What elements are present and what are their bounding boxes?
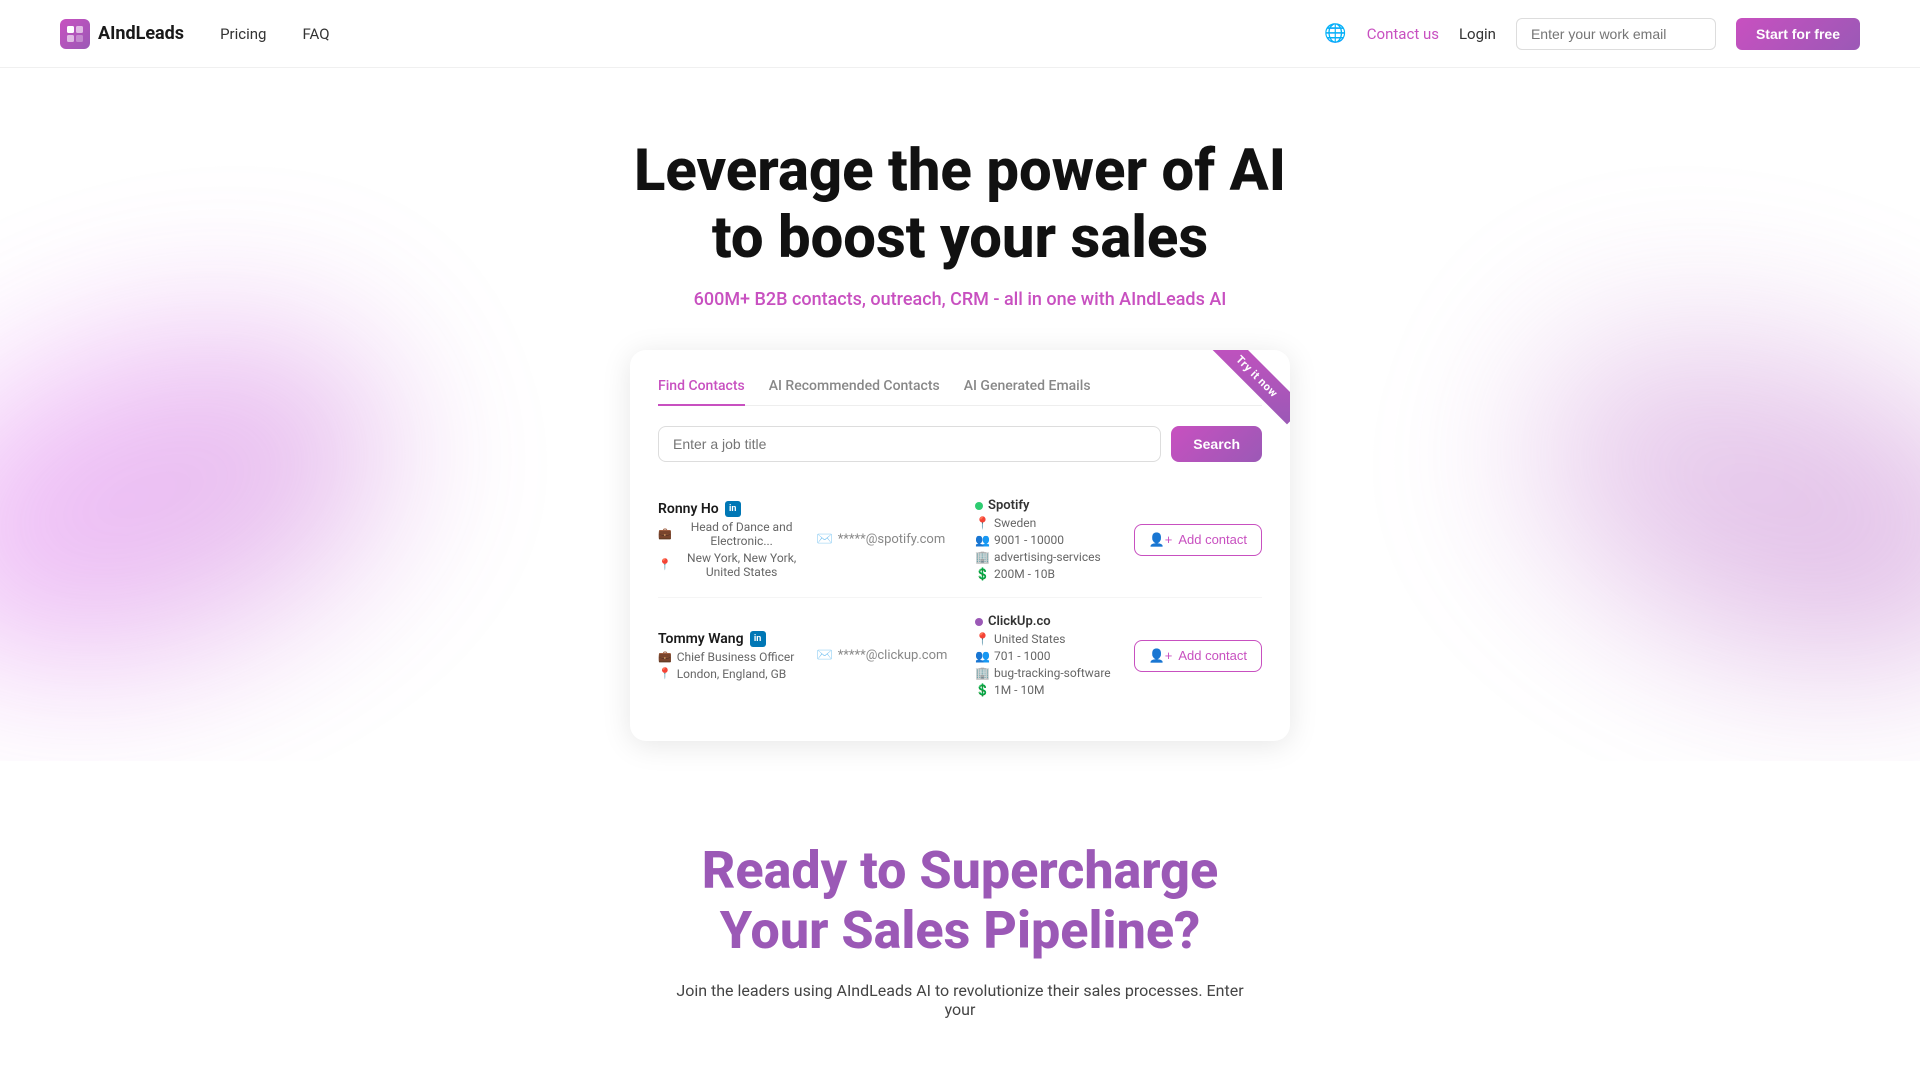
try-it-label: Try it now bbox=[1210, 350, 1290, 424]
add-icon-2: 👤+ bbox=[1149, 648, 1173, 664]
hero-content: Leverage the power of AI to boost your s… bbox=[20, 138, 1900, 741]
logo[interactable]: AIndLeads bbox=[60, 19, 184, 49]
company-name-1: Spotify bbox=[975, 498, 1124, 513]
company-revenue-2: 💲 1M - 10M bbox=[975, 683, 1124, 697]
job-title-input[interactable] bbox=[658, 426, 1161, 462]
pricing-link[interactable]: Pricing bbox=[220, 25, 266, 43]
add-contact-button-1[interactable]: 👤+ Add contact bbox=[1134, 524, 1262, 556]
people-icon-1: 👥 bbox=[975, 533, 990, 547]
contact-name-2: Tommy Wang in bbox=[658, 631, 807, 647]
briefcase-icon-1: 💼 bbox=[658, 527, 672, 540]
location-icon-2: 📍 bbox=[975, 632, 990, 646]
company-dot-2 bbox=[975, 618, 983, 626]
email-icon-1: ✉️ bbox=[817, 532, 833, 547]
bottom-title-line1: Ready to Supercharge bbox=[702, 840, 1218, 901]
contact-title-1: 💼 Head of Dance and Electronic... bbox=[658, 520, 807, 548]
company-industry-1: 🏢 advertising-services bbox=[975, 550, 1124, 564]
bottom-section: Ready to Supercharge Your Sales Pipeline… bbox=[0, 761, 1920, 1059]
linkedin-icon-2[interactable]: in bbox=[750, 631, 766, 647]
tab-find-contacts[interactable]: Find Contacts bbox=[658, 378, 745, 406]
linkedin-icon-1[interactable]: in bbox=[725, 501, 741, 517]
company-revenue-1: 💲 200M - 10B bbox=[975, 567, 1124, 581]
nav-right: 🌐 Contact us Login Start for free bbox=[1324, 18, 1860, 50]
add-contact-button-2[interactable]: 👤+ Add contact bbox=[1134, 640, 1262, 672]
pin-icon-1: 📍 bbox=[658, 558, 672, 571]
company-country-2: 📍 United States bbox=[975, 632, 1124, 646]
search-row: Search bbox=[658, 426, 1262, 462]
contact-row: Ronny Ho in 💼 Head of Dance and Electron… bbox=[658, 482, 1262, 598]
company-country-1: 📍 Sweden bbox=[975, 516, 1124, 530]
contact-row-2: Tommy Wang in 💼 Chief Business Officer 📍… bbox=[658, 598, 1262, 713]
contact-link[interactable]: Contact us bbox=[1367, 25, 1439, 43]
contact-info-2: Tommy Wang in 💼 Chief Business Officer 📍… bbox=[658, 631, 807, 681]
contact-company-2: ClickUp.co 📍 United States 👥 701 - 1000 … bbox=[975, 614, 1124, 697]
company-employees-1: 👥 9001 - 10000 bbox=[975, 533, 1124, 547]
location-icon-1: 📍 bbox=[975, 516, 990, 530]
tab-ai-emails[interactable]: AI Generated Emails bbox=[964, 378, 1091, 406]
people-icon-2: 👥 bbox=[975, 649, 990, 663]
tab-ai-recommended[interactable]: AI Recommended Contacts bbox=[769, 378, 940, 406]
industry-icon-2: 🏢 bbox=[975, 666, 990, 680]
contact-email-1: ✉️ *****@spotify.com bbox=[817, 532, 966, 547]
company-name-2: ClickUp.co bbox=[975, 614, 1124, 629]
pin-icon-2: 📍 bbox=[658, 667, 672, 680]
logo-text: AIndLeads bbox=[98, 23, 184, 44]
faq-link[interactable]: FAQ bbox=[302, 25, 329, 43]
contact-name-1: Ronny Ho in bbox=[658, 501, 807, 517]
hero-title: Leverage the power of AI to boost your s… bbox=[20, 138, 1900, 271]
contact-location-1: 📍 New York, New York, United States bbox=[658, 551, 807, 579]
contact-company-1: Spotify 📍 Sweden 👥 9001 - 10000 🏢 advert… bbox=[975, 498, 1124, 581]
briefcase-icon-2: 💼 bbox=[658, 650, 672, 663]
contact-info-1: Ronny Ho in 💼 Head of Dance and Electron… bbox=[658, 501, 807, 579]
try-it-ribbon: Try it now bbox=[1190, 350, 1290, 450]
demo-card: Try it now Find Contacts AI Recommended … bbox=[630, 350, 1290, 741]
add-icon-1: 👤+ bbox=[1149, 532, 1173, 548]
contact-email-2: ✉️ *****@clickup.com bbox=[817, 648, 966, 663]
nav-left: AIndLeads Pricing FAQ bbox=[60, 19, 330, 49]
revenue-icon-1: 💲 bbox=[975, 567, 990, 581]
bottom-title: Ready to Supercharge Your Sales Pipeline… bbox=[20, 841, 1900, 961]
revenue-icon-2: 💲 bbox=[975, 683, 990, 697]
hero-section: Leverage the power of AI to boost your s… bbox=[0, 68, 1920, 761]
logo-icon bbox=[60, 19, 90, 49]
industry-icon-1: 🏢 bbox=[975, 550, 990, 564]
nav-email-input[interactable] bbox=[1516, 18, 1716, 50]
company-industry-2: 🏢 bug-tracking-software bbox=[975, 666, 1124, 680]
hero-title-line2: to boost your sales bbox=[712, 204, 1208, 272]
company-dot-1 bbox=[975, 502, 983, 510]
navbar: AIndLeads Pricing FAQ 🌐 Contact us Login… bbox=[0, 0, 1920, 68]
bottom-title-line2: Your Sales Pipeline? bbox=[720, 900, 1201, 961]
start-free-button[interactable]: Start for free bbox=[1736, 18, 1860, 50]
contact-title-2: 💼 Chief Business Officer bbox=[658, 650, 807, 664]
demo-tabs: Find Contacts AI Recommended Contacts AI… bbox=[658, 378, 1262, 406]
globe-icon[interactable]: 🌐 bbox=[1324, 23, 1346, 44]
hero-title-line1: Leverage the power of AI bbox=[634, 137, 1286, 205]
hero-subtitle: 600M+ B2B contacts, outreach, CRM - all … bbox=[20, 289, 1900, 310]
email-icon-2: ✉️ bbox=[817, 648, 833, 663]
login-link[interactable]: Login bbox=[1459, 25, 1496, 43]
bottom-subtitle: Join the leaders using AIndLeads AI to r… bbox=[660, 981, 1260, 1019]
contact-location-2: 📍 London, England, GB bbox=[658, 667, 807, 681]
company-employees-2: 👥 701 - 1000 bbox=[975, 649, 1124, 663]
